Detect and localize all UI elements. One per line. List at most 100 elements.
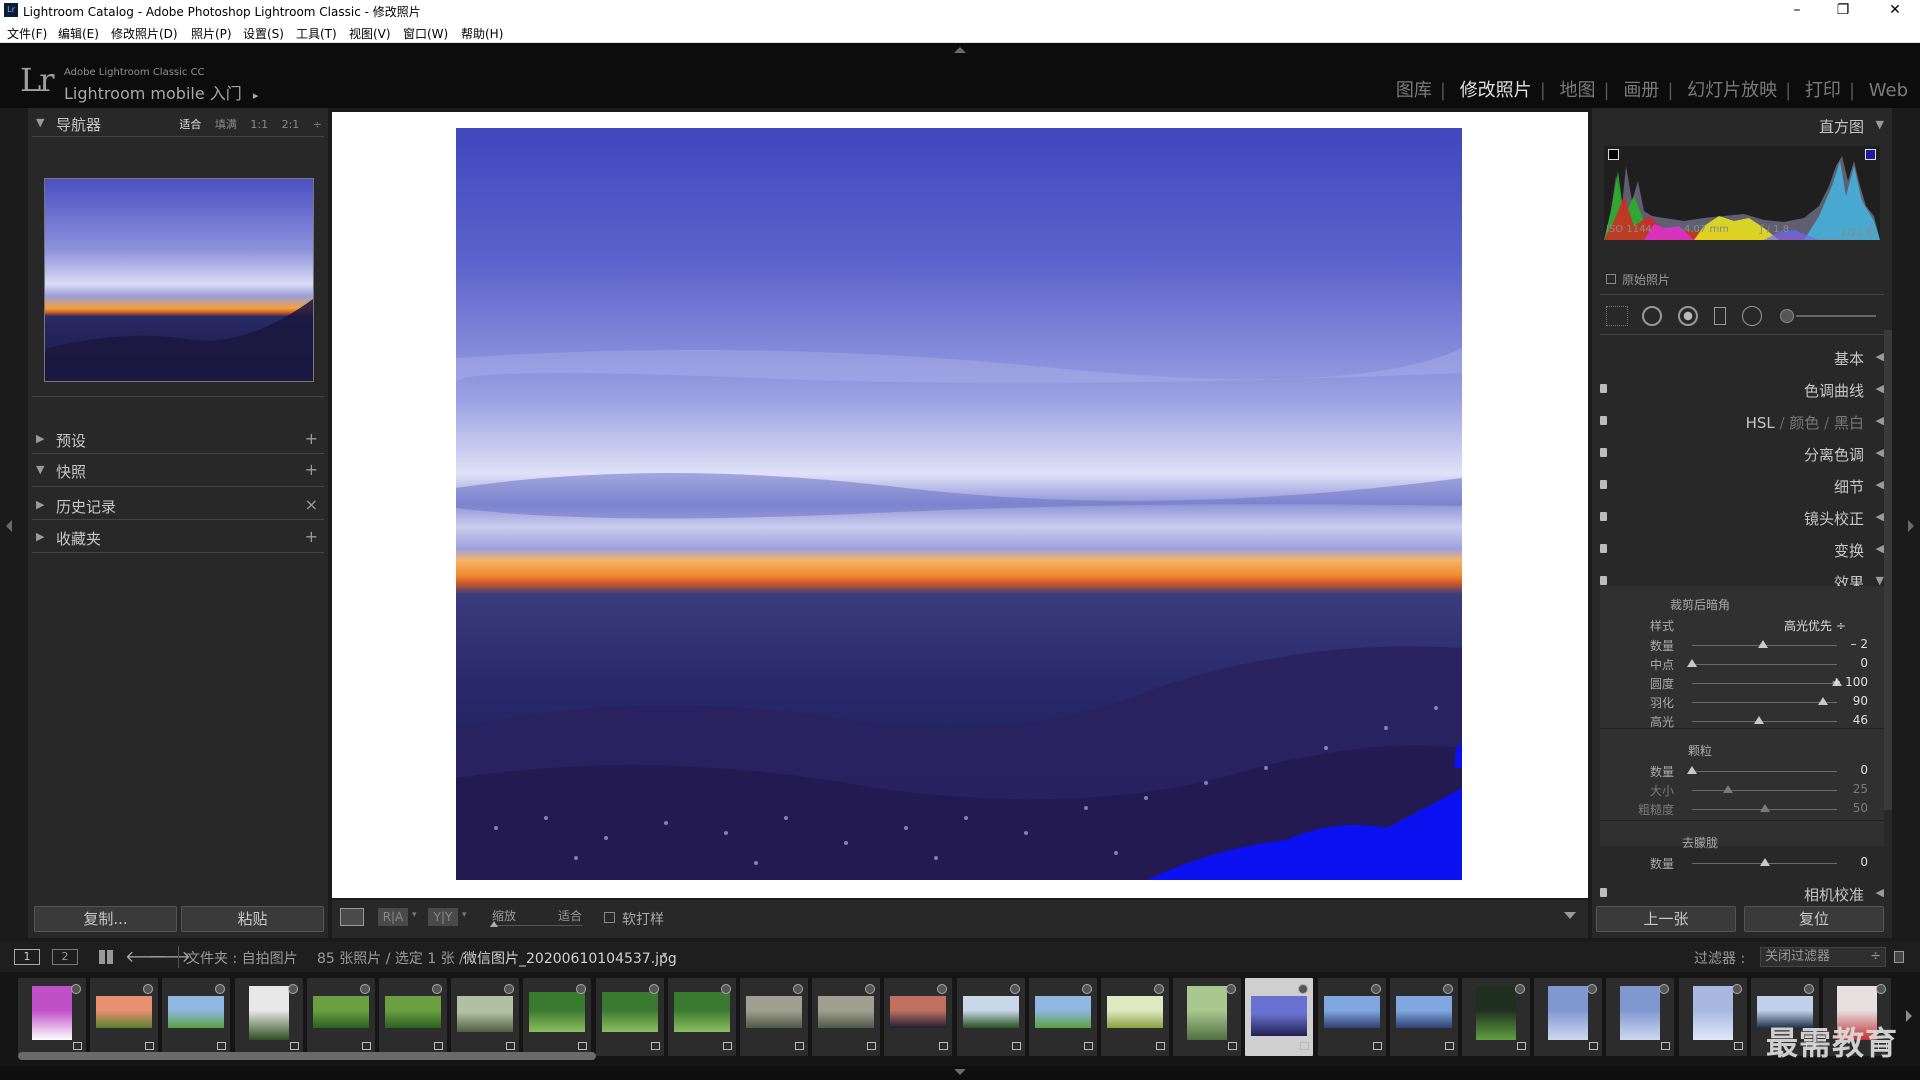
right-panel-scrollbar[interactable]: [1884, 330, 1892, 810]
original-photo-checkbox[interactable]: [1606, 274, 1616, 284]
hsl-label[interactable]: HSL: [1746, 414, 1775, 432]
module-print[interactable]: 打印: [1805, 80, 1841, 101]
camera-calibration-header[interactable]: 相机校准 ◀: [1592, 878, 1892, 908]
menu-help[interactable]: 帮助(H): [461, 25, 503, 42]
panel-switch-icon[interactable]: [1600, 576, 1607, 585]
menu-edit[interactable]: 编辑(E): [58, 25, 99, 42]
module-web[interactable]: Web: [1869, 80, 1908, 101]
detail-header[interactable]: 细节 ◀: [1592, 470, 1892, 500]
filmstrip-scroll-right-icon[interactable]: [1906, 1010, 1912, 1022]
hsl-header[interactable]: HSL / 颜色 / 黑白 ◀: [1592, 406, 1892, 436]
graduated-filter-icon[interactable]: [1714, 307, 1726, 325]
zoom-slider-thumb[interactable]: [490, 921, 498, 927]
filmstrip-thumbnail[interactable]: [1606, 978, 1675, 1056]
filmstrip-thumbnail[interactable]: [379, 978, 447, 1056]
right-panel-toggle-icon[interactable]: [1908, 520, 1914, 532]
loupe-view-icon[interactable]: [340, 908, 364, 926]
zoom-fill[interactable]: 填满: [215, 118, 237, 131]
source-label[interactable]: 文件夹 : 自拍图片: [186, 948, 298, 968]
filmstrip-thumbnail[interactable]: [18, 978, 86, 1056]
filmstrip-thumbnail[interactable]: [1678, 978, 1747, 1056]
reset-button[interactable]: 复位: [1744, 906, 1884, 932]
zoom-stepper-icon[interactable]: ÷: [313, 118, 322, 131]
history-header[interactable]: ▶ 历史记录 ×: [28, 492, 328, 520]
add-snapshot-icon[interactable]: +: [305, 460, 318, 479]
grain-slider-value[interactable]: 0: [1808, 763, 1868, 777]
close-button[interactable]: ✕: [1872, 0, 1918, 22]
menu-tools[interactable]: 工具(T): [296, 25, 337, 42]
filmstrip-thumbnail[interactable]: [740, 978, 808, 1056]
lens-corrections-header[interactable]: 镜头校正 ◀: [1592, 502, 1892, 532]
module-map[interactable]: 地图: [1560, 80, 1596, 101]
bottom-panel-toggle-icon[interactable]: [954, 1069, 966, 1075]
filmstrip-thumbnail[interactable]: [234, 978, 303, 1056]
highlight-clipping-indicator[interactable]: [1865, 149, 1876, 160]
vignette-slider-thumb[interactable]: [1758, 640, 1769, 648]
filter-lock-icon[interactable]: [1894, 951, 1904, 963]
vignette-slider-value[interactable]: – 2: [1808, 637, 1868, 651]
restore-button[interactable]: ❐: [1820, 0, 1866, 22]
crop-tool-icon[interactable]: [1606, 306, 1628, 326]
dehaze-slider-thumb[interactable]: [1759, 858, 1770, 866]
left-panel-toggle-icon[interactable]: [6, 520, 12, 532]
grain-slider-value[interactable]: 50: [1808, 801, 1868, 815]
histogram[interactable]: ISO 1144 4.07 mm ƒ / 1.8 1/20 秒: [1604, 146, 1880, 240]
vignette-slider-value[interactable]: 0: [1808, 656, 1868, 670]
filmstrip-thumbnail[interactable]: [90, 978, 159, 1056]
vignette-slider-value[interactable]: 90: [1808, 694, 1868, 708]
filmstrip-thumbnail[interactable]: [306, 978, 375, 1056]
forward-arrow-icon[interactable]: 🡒: [148, 946, 191, 966]
panel-switch-icon[interactable]: [1600, 512, 1607, 521]
selected-filename[interactable]: 微信图片_20200610104537.jpg: [463, 948, 677, 968]
add-collection-icon[interactable]: +: [305, 527, 318, 546]
filmstrip-thumbnail[interactable]: [595, 978, 664, 1056]
panel-switch-icon[interactable]: [1600, 416, 1607, 425]
color-label[interactable]: 颜色: [1789, 414, 1819, 432]
filmstrip-thumbnail[interactable]: [1534, 978, 1603, 1056]
filmstrip-thumbnail[interactable]: [1389, 978, 1458, 1056]
filmstrip-thumbnail[interactable]: [1173, 978, 1242, 1056]
menu-file[interactable]: 文件(F): [7, 25, 47, 42]
menu-settings[interactable]: 设置(S): [243, 25, 284, 42]
shadow-clipping-indicator[interactable]: [1608, 149, 1619, 160]
zoom-1-1[interactable]: 1:1: [250, 118, 268, 131]
module-library[interactable]: 图库: [1396, 80, 1432, 101]
split-toning-header[interactable]: 分离色调 ◀: [1592, 438, 1892, 468]
add-preset-icon[interactable]: +: [305, 429, 318, 448]
dropdown-arrow-icon[interactable]: ▾: [412, 910, 417, 920]
basic-header[interactable]: 基本 ◀: [1592, 342, 1892, 372]
adjustment-brush-icon[interactable]: [1780, 309, 1794, 323]
filmstrip-thumbnail[interactable]: [1101, 978, 1169, 1056]
module-slideshow[interactable]: 幻灯片放映: [1687, 80, 1777, 101]
minimize-button[interactable]: –: [1774, 0, 1820, 22]
filmstrip-thumbnail[interactable]: [812, 978, 881, 1056]
bw-label[interactable]: 黑白: [1834, 414, 1864, 432]
grain-slider-thumb[interactable]: [1723, 785, 1734, 793]
vignette-slider-value[interactable]: 46: [1808, 713, 1868, 727]
filmstrip-scrollbar[interactable]: [18, 1052, 596, 1060]
grain-slider-value[interactable]: 25: [1808, 782, 1868, 796]
vignette-slider-value[interactable]: + 100: [1808, 675, 1868, 689]
menu-view[interactable]: 视图(V): [349, 25, 391, 42]
zoom-slider-track[interactable]: [492, 925, 582, 926]
top-panel-toggle-icon[interactable]: [954, 47, 966, 53]
previous-button[interactable]: 上一张: [1596, 906, 1736, 932]
red-eye-icon[interactable]: [1678, 306, 1698, 326]
copy-settings-button[interactable]: 复制...: [34, 906, 177, 932]
filmstrip-thumbnail[interactable]: [1028, 978, 1097, 1056]
menu-photo[interactable]: 照片(P): [191, 25, 232, 42]
panel-switch-icon[interactable]: [1600, 448, 1607, 457]
grain-slider-thumb[interactable]: [1759, 804, 1770, 812]
filmstrip-thumbnail[interactable]: [523, 978, 592, 1056]
filter-dropdown[interactable]: 关闭过滤器 ÷: [1760, 947, 1886, 967]
brush-slider-track[interactable]: [1796, 315, 1876, 317]
filmstrip-thumbnail[interactable]: [1462, 978, 1530, 1056]
dehaze-slider-value[interactable]: 0: [1808, 855, 1868, 869]
menu-window[interactable]: 窗口(W): [403, 25, 448, 42]
toolbar-options-icon[interactable]: [1564, 912, 1576, 919]
mobile-intro-link[interactable]: Lightroom mobile 入门 ▸: [64, 80, 258, 104]
snapshots-header[interactable]: ▼ 快照 +: [28, 457, 328, 485]
panel-switch-icon[interactable]: [1600, 480, 1607, 489]
vignette-slider-thumb[interactable]: [1753, 716, 1764, 724]
tone-curve-header[interactable]: 色调曲线 ◀: [1592, 374, 1892, 404]
